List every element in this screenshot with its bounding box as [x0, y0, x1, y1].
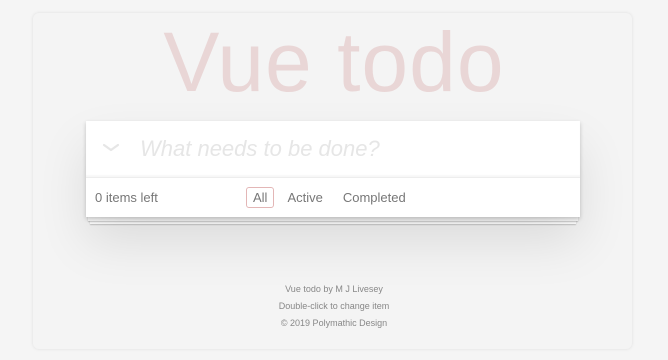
credit-text: Vue todo by M J Livesey	[285, 284, 383, 294]
filter-list: All Active Completed	[246, 187, 413, 208]
info-footer: Vue todo by M J Livesey Double-click to …	[0, 281, 668, 332]
toggle-all-button[interactable]	[98, 137, 124, 159]
chevron-down-icon	[102, 143, 120, 152]
new-todo-input[interactable]	[140, 133, 560, 165]
items-left-count: 0 items left	[95, 190, 158, 205]
todo-panel: 0 items left All Active Completed	[86, 121, 580, 217]
todo-header	[86, 121, 580, 178]
app-title: Vue todo	[163, 15, 505, 109]
filter-all[interactable]: All	[246, 187, 275, 208]
edit-hint-text: Double-click to change item	[278, 301, 390, 311]
filter-active[interactable]: Active	[280, 187, 329, 208]
copyright-text: © 2019 Polymathic Design	[280, 318, 388, 328]
filter-completed[interactable]: Completed	[336, 187, 413, 208]
todo-footer: 0 items left All Active Completed	[86, 178, 580, 216]
